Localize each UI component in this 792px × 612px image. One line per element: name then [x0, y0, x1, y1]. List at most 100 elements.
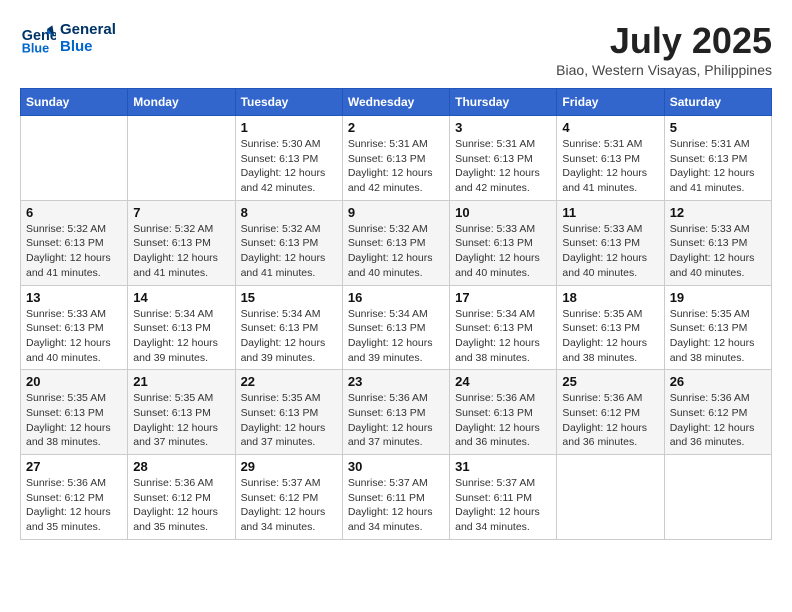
day-number: 23: [348, 374, 444, 389]
day-info: Sunrise: 5:34 AMSunset: 6:13 PMDaylight:…: [241, 307, 337, 366]
calendar-cell: 13Sunrise: 5:33 AMSunset: 6:13 PMDayligh…: [21, 285, 128, 370]
calendar-cell: 20Sunrise: 5:35 AMSunset: 6:13 PMDayligh…: [21, 370, 128, 455]
day-info: Sunrise: 5:35 AMSunset: 6:13 PMDaylight:…: [670, 307, 766, 366]
day-number: 3: [455, 120, 551, 135]
day-info: Sunrise: 5:33 AMSunset: 6:13 PMDaylight:…: [670, 222, 766, 281]
logo: General Blue General Blue: [20, 20, 116, 56]
day-info: Sunrise: 5:30 AMSunset: 6:13 PMDaylight:…: [241, 137, 337, 196]
calendar-cell: 14Sunrise: 5:34 AMSunset: 6:13 PMDayligh…: [128, 285, 235, 370]
calendar-cell: 27Sunrise: 5:36 AMSunset: 6:12 PMDayligh…: [21, 455, 128, 540]
day-number: 2: [348, 120, 444, 135]
day-number: 9: [348, 205, 444, 220]
day-info: Sunrise: 5:37 AMSunset: 6:12 PMDaylight:…: [241, 476, 337, 535]
day-info: Sunrise: 5:36 AMSunset: 6:12 PMDaylight:…: [26, 476, 122, 535]
calendar-cell: 7 Sunrise: 5:32 AMSunset: 6:13 PMDaylight…: [128, 200, 235, 285]
calendar-cell: 25 Sunrise: 5:36 AMSunset: 6:12 PMDayligh…: [557, 370, 664, 455]
calendar-cell: 6Sunrise: 5:32 AMSunset: 6:13 PMDaylight…: [21, 200, 128, 285]
day-info: Sunrise: 5:36 AMSunset: 6:13 PMDaylight:…: [455, 391, 551, 450]
day-info: Sunrise: 5:32 AMSunset: 6:13 PMDaylight:…: [133, 222, 229, 281]
calendar-cell: 8Sunrise: 5:32 AMSunset: 6:13 PMDaylight…: [235, 200, 342, 285]
calendar-cell: 21 Sunrise: 5:35 AMSunset: 6:13 PMDayligh…: [128, 370, 235, 455]
calendar-cell: 3 Sunrise: 5:31 AMSunset: 6:13 PMDaylight…: [450, 116, 557, 201]
day-number: 15: [241, 290, 337, 305]
weekday-header: Friday: [557, 89, 664, 116]
day-number: 12: [670, 205, 766, 220]
day-info: Sunrise: 5:33 AMSunset: 6:13 PMDaylight:…: [455, 222, 551, 281]
calendar-week-row: 1 Sunrise: 5:30 AMSunset: 6:13 PMDaylight…: [21, 116, 772, 201]
day-number: 25: [562, 374, 658, 389]
title-block: July 2025 Biao, Western Visayas, Philipp…: [556, 20, 772, 78]
calendar-cell: 12 Sunrise: 5:33 AMSunset: 6:13 PMDayligh…: [664, 200, 771, 285]
month-title: July 2025: [556, 20, 772, 62]
calendar-cell: 30 Sunrise: 5:37 AMSunset: 6:11 PMDayligh…: [342, 455, 449, 540]
calendar-table: SundayMondayTuesdayWednesdayThursdayFrid…: [20, 88, 772, 540]
day-info: Sunrise: 5:35 AMSunset: 6:13 PMDaylight:…: [241, 391, 337, 450]
page-header: General Blue General Blue July 2025 Biao…: [20, 20, 772, 78]
day-info: Sunrise: 5:35 AMSunset: 6:13 PMDaylight:…: [133, 391, 229, 450]
calendar-week-row: 13Sunrise: 5:33 AMSunset: 6:13 PMDayligh…: [21, 285, 772, 370]
day-number: 17: [455, 290, 551, 305]
logo-line2: Blue: [60, 38, 116, 55]
day-info: Sunrise: 5:36 AMSunset: 6:13 PMDaylight:…: [348, 391, 444, 450]
weekday-header: Monday: [128, 89, 235, 116]
day-number: 24: [455, 374, 551, 389]
day-info: Sunrise: 5:37 AMSunset: 6:11 PMDaylight:…: [455, 476, 551, 535]
day-number: 21: [133, 374, 229, 389]
day-info: Sunrise: 5:34 AMSunset: 6:13 PMDaylight:…: [455, 307, 551, 366]
day-info: Sunrise: 5:34 AMSunset: 6:13 PMDaylight:…: [348, 307, 444, 366]
calendar-header-row: SundayMondayTuesdayWednesdayThursdayFrid…: [21, 89, 772, 116]
day-info: Sunrise: 5:32 AMSunset: 6:13 PMDaylight:…: [348, 222, 444, 281]
calendar-cell: 26 Sunrise: 5:36 AMSunset: 6:12 PMDayligh…: [664, 370, 771, 455]
calendar-cell: 5Sunrise: 5:31 AMSunset: 6:13 PMDaylight…: [664, 116, 771, 201]
calendar-cell: 15 Sunrise: 5:34 AMSunset: 6:13 PMDayligh…: [235, 285, 342, 370]
day-number: 10: [455, 205, 551, 220]
day-info: Sunrise: 5:32 AMSunset: 6:13 PMDaylight:…: [241, 222, 337, 281]
day-info: Sunrise: 5:36 AMSunset: 6:12 PMDaylight:…: [133, 476, 229, 535]
day-info: Sunrise: 5:36 AMSunset: 6:12 PMDaylight:…: [670, 391, 766, 450]
calendar-cell: 4Sunrise: 5:31 AMSunset: 6:13 PMDaylight…: [557, 116, 664, 201]
day-number: 30: [348, 459, 444, 474]
day-number: 26: [670, 374, 766, 389]
calendar-cell: 2 Sunrise: 5:31 AMSunset: 6:13 PMDaylight…: [342, 116, 449, 201]
calendar-cell: 24 Sunrise: 5:36 AMSunset: 6:13 PMDayligh…: [450, 370, 557, 455]
day-number: 7: [133, 205, 229, 220]
calendar-cell: [128, 116, 235, 201]
calendar-cell: 23 Sunrise: 5:36 AMSunset: 6:13 PMDayligh…: [342, 370, 449, 455]
weekday-header: Thursday: [450, 89, 557, 116]
day-info: Sunrise: 5:35 AMSunset: 6:13 PMDaylight:…: [26, 391, 122, 450]
calendar-cell: [664, 455, 771, 540]
day-info: Sunrise: 5:37 AMSunset: 6:11 PMDaylight:…: [348, 476, 444, 535]
day-number: 14: [133, 290, 229, 305]
logo-line1: General: [60, 21, 116, 38]
location: Biao, Western Visayas, Philippines: [556, 62, 772, 78]
day-number: 29: [241, 459, 337, 474]
calendar-cell: 22 Sunrise: 5:35 AMSunset: 6:13 PMDayligh…: [235, 370, 342, 455]
calendar-cell: 28Sunrise: 5:36 AMSunset: 6:12 PMDayligh…: [128, 455, 235, 540]
day-info: Sunrise: 5:33 AMSunset: 6:13 PMDaylight:…: [562, 222, 658, 281]
day-number: 11: [562, 205, 658, 220]
logo-icon: General Blue: [20, 20, 56, 56]
day-number: 1: [241, 120, 337, 135]
day-number: 22: [241, 374, 337, 389]
svg-text:Blue: Blue: [22, 41, 49, 55]
weekday-header: Saturday: [664, 89, 771, 116]
day-info: Sunrise: 5:31 AMSunset: 6:13 PMDaylight:…: [348, 137, 444, 196]
calendar-cell: 18Sunrise: 5:35 AMSunset: 6:13 PMDayligh…: [557, 285, 664, 370]
day-info: Sunrise: 5:31 AMSunset: 6:13 PMDaylight:…: [455, 137, 551, 196]
day-info: Sunrise: 5:31 AMSunset: 6:13 PMDaylight:…: [670, 137, 766, 196]
calendar-cell: 16 Sunrise: 5:34 AMSunset: 6:13 PMDayligh…: [342, 285, 449, 370]
calendar-cell: 11 Sunrise: 5:33 AMSunset: 6:13 PMDayligh…: [557, 200, 664, 285]
calendar-cell: 19 Sunrise: 5:35 AMSunset: 6:13 PMDayligh…: [664, 285, 771, 370]
day-info: Sunrise: 5:35 AMSunset: 6:13 PMDaylight:…: [562, 307, 658, 366]
day-info: Sunrise: 5:36 AMSunset: 6:12 PMDaylight:…: [562, 391, 658, 450]
day-number: 16: [348, 290, 444, 305]
calendar-week-row: 20Sunrise: 5:35 AMSunset: 6:13 PMDayligh…: [21, 370, 772, 455]
weekday-header: Sunday: [21, 89, 128, 116]
calendar-cell: 1 Sunrise: 5:30 AMSunset: 6:13 PMDaylight…: [235, 116, 342, 201]
weekday-header: Tuesday: [235, 89, 342, 116]
calendar-cell: 10 Sunrise: 5:33 AMSunset: 6:13 PMDayligh…: [450, 200, 557, 285]
day-number: 13: [26, 290, 122, 305]
calendar-cell: 9 Sunrise: 5:32 AMSunset: 6:13 PMDaylight…: [342, 200, 449, 285]
calendar-cell: 31Sunrise: 5:37 AMSunset: 6:11 PMDayligh…: [450, 455, 557, 540]
day-number: 19: [670, 290, 766, 305]
